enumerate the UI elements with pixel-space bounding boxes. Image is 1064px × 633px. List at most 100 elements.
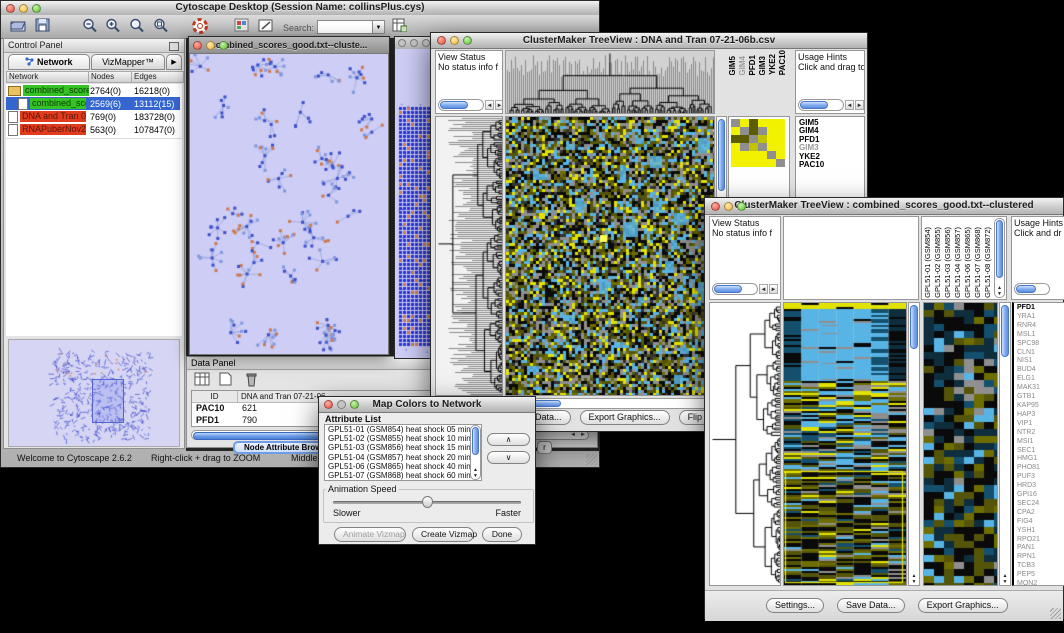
tab-network[interactable]: Network: [8, 54, 90, 70]
zoom-fit-icon[interactable]: [152, 18, 169, 34]
animate-vizmap-button[interactable]: Animate Vizmap: [334, 527, 406, 542]
prefoldin-matrix[interactable]: [731, 119, 785, 167]
scroll-arrows[interactable]: ▲▼: [995, 285, 1004, 297]
gene-label[interactable]: PUF3: [1017, 473, 1040, 482]
done-button[interactable]: Done: [482, 527, 522, 542]
gene-label[interactable]: NIS1: [1017, 357, 1040, 366]
tv2-zoom-heatmap-canvas[interactable]: [923, 302, 998, 586]
tv2-heatmap-vscrollbar[interactable]: ▲▼: [908, 302, 920, 586]
gene-label[interactable]: RNR4: [1017, 322, 1040, 331]
nodes-col-header[interactable]: Nodes: [88, 71, 132, 83]
resize-grip[interactable]: [1050, 608, 1061, 619]
scrollbar-thumb[interactable]: [472, 427, 479, 455]
open-folder-icon[interactable]: [9, 18, 26, 34]
gene-label[interactable]: MSL1: [1017, 331, 1040, 340]
minimize-icon[interactable]: [450, 36, 459, 45]
minimize-icon[interactable]: [206, 41, 215, 50]
network-row[interactable]: combined_scores_2764(0)16218(0): [6, 84, 180, 97]
attribute-item[interactable]: GPL51-02 (GSM855) heat shock 10 min: [325, 434, 481, 443]
scroll-arrows[interactable]: ▲▼: [471, 467, 480, 479]
zoom-selected-icon[interactable]: [128, 18, 145, 34]
scroll-arrows[interactable]: ▲▼: [1000, 573, 1010, 585]
gene-label[interactable]: HMG1: [1017, 455, 1040, 464]
float-panel-icon[interactable]: [169, 42, 179, 51]
delete-attribute-trash-icon[interactable]: [243, 372, 260, 388]
gene-label[interactable]: MAK31: [1017, 384, 1040, 393]
new-attribute-icon[interactable]: [217, 372, 234, 388]
gene-label[interactable]: FIG4: [1017, 518, 1040, 527]
treeview2-lights[interactable]: [711, 202, 746, 211]
gene-label[interactable]: KAP95: [1017, 402, 1040, 411]
select-attributes-icon[interactable]: [193, 372, 210, 388]
tv2-row-dendrogram-canvas[interactable]: [709, 302, 781, 586]
attribute-item[interactable]: GPL51-07 (GSM868) heat shock 60 min: [325, 471, 481, 480]
gene-label[interactable]: SPC98: [1017, 340, 1040, 349]
save-data-button[interactable]: Save Data...: [837, 598, 905, 613]
tv2-heatmap-canvas[interactable]: [783, 302, 907, 586]
tv1-status-scrollbar[interactable]: ◄ ►: [438, 99, 503, 111]
help-lifesaver-icon[interactable]: [191, 18, 208, 34]
scrollbar-thumb[interactable]: [996, 220, 1003, 278]
tab-overflow-button[interactable]: ▶: [166, 54, 182, 70]
gene-label[interactable]: RPN1: [1017, 553, 1040, 562]
treeview1-lights[interactable]: [437, 36, 472, 45]
export-graphics-button[interactable]: Export Graphics...: [580, 410, 670, 425]
tv1-row-dendrogram-canvas[interactable]: [435, 116, 503, 396]
gene-label[interactable]: TCB3: [1017, 562, 1040, 571]
search-input[interactable]: [317, 20, 375, 34]
tv2-column-dendrogram-area[interactable]: [783, 216, 919, 300]
id-column-header[interactable]: ID: [192, 391, 238, 403]
gene-label[interactable]: GPI16: [1017, 491, 1040, 500]
tv2-zoom-vscrollbar[interactable]: ▲▼: [999, 302, 1011, 586]
search-dropdown-button[interactable]: ▼: [372, 20, 385, 34]
move-down-button[interactable]: ∨: [487, 451, 530, 464]
zoom-button[interactable]: [32, 4, 41, 13]
edges-col-header[interactable]: Edges: [131, 71, 184, 83]
gene-label[interactable]: NTR2: [1017, 429, 1040, 438]
treeview1-title-bar[interactable]: ClusterMaker TreeView : DNA and Tran 07-…: [431, 33, 867, 49]
scroll-arrows[interactable]: ▲▼: [909, 573, 919, 585]
attribute-item[interactable]: GPL51-01 (GSM854) heat shock 05 min: [325, 425, 481, 434]
attribute-item[interactable]: GPL51-03 (GSM856) heat shock 15 min: [325, 443, 481, 452]
tv2-usage-scrollbar[interactable]: [1014, 283, 1050, 295]
gene-label[interactable]: GTB1: [1017, 393, 1040, 402]
gene-label[interactable]: YSH1: [1017, 527, 1040, 536]
scroll-right-icon[interactable]: ►: [769, 284, 778, 294]
gene-label[interactable]: PAC10: [799, 161, 824, 169]
table-import-icon[interactable]: [391, 18, 408, 34]
tv1-heatmap-canvas[interactable]: [505, 116, 715, 396]
gene-label[interactable]: CPA2: [1017, 509, 1040, 518]
zoom-icon[interactable]: [422, 39, 430, 47]
gene-label[interactable]: HRD3: [1017, 482, 1040, 491]
scroll-right-icon[interactable]: ►: [495, 100, 503, 110]
scrollbar-thumb[interactable]: [910, 305, 918, 349]
tv1-column-dendrogram-canvas[interactable]: [505, 50, 715, 114]
network-graph-canvas[interactable]: [189, 53, 389, 355]
scroll-right-icon[interactable]: ►: [580, 432, 586, 438]
zoom-icon[interactable]: [350, 400, 359, 409]
network-window-2-lights[interactable]: [398, 39, 430, 47]
network-window-lights[interactable]: [193, 41, 228, 50]
close-icon[interactable]: [324, 400, 333, 409]
gene-label[interactable]: MON2: [1017, 580, 1040, 586]
attribute-item[interactable]: GPL51-06 (GSM865) heat shock 40 min: [325, 462, 481, 471]
tv1-usage-scrollbar[interactable]: ◄ ►: [798, 99, 864, 111]
close-icon[interactable]: [711, 202, 720, 211]
gene-label[interactable]: PEP5: [1017, 571, 1040, 580]
network-row[interactable]: RNAPuberNov2+563(0)107847(0): [6, 123, 180, 136]
zoom-icon[interactable]: [463, 36, 472, 45]
treeview2-title-bar[interactable]: ClusterMaker TreeView : combined_scores_…: [705, 198, 1063, 215]
gene-label[interactable]: PAN1: [1017, 544, 1040, 553]
attribute-list-scrollbar[interactable]: ▲▼: [470, 425, 481, 480]
scroll-left-icon[interactable]: ◄: [485, 100, 494, 110]
tv2-collabel-scrollbar[interactable]: ▲▼: [994, 218, 1005, 298]
main-traffic-lights[interactable]: [6, 4, 41, 13]
navigator-viewport-rect[interactable]: [92, 379, 124, 423]
scroll-left-icon[interactable]: ◄: [759, 284, 768, 294]
save-icon[interactable]: [34, 18, 51, 34]
gene-label[interactable]: BUD4: [1017, 366, 1040, 375]
tv2-status-scrollbar[interactable]: ◄ ►: [712, 283, 778, 295]
gene-label[interactable]: MSI1: [1017, 438, 1040, 447]
close-button[interactable]: [6, 4, 15, 13]
gene-label[interactable]: ELG1: [1017, 375, 1040, 384]
